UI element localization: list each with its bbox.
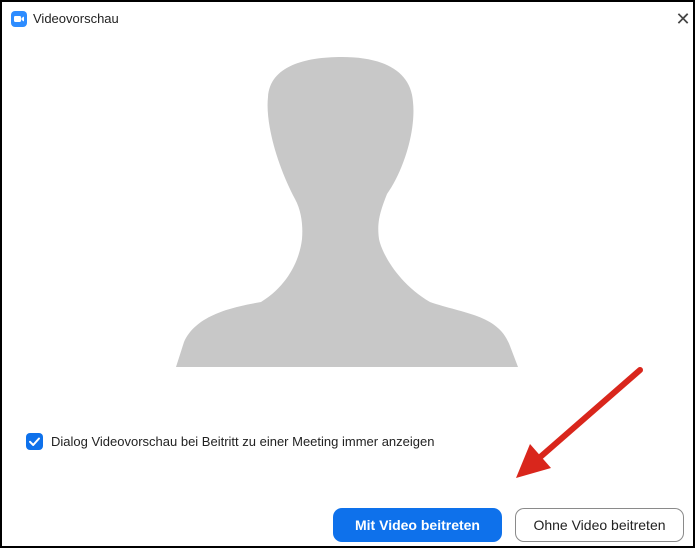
always-show-preview-label[interactable]: Dialog Videovorschau bei Beitritt zu ein… [51,434,434,449]
avatar-silhouette-icon [176,57,518,367]
window-title: Videovorschau [33,11,119,26]
checkmark-icon [29,437,40,446]
red-arrow-annotation [516,367,643,478]
zoom-camera-icon [11,11,27,27]
video-preview-area [172,52,524,372]
close-icon[interactable]: ✕ [673,9,693,29]
join-with-video-button[interactable]: Mit Video beitreten [333,508,502,542]
always-show-preview-checkbox[interactable] [26,432,43,450]
always-show-preview-option[interactable]: Dialog Videovorschau bei Beitritt zu ein… [26,431,434,451]
video-preview-dialog: Videovorschau ✕ Dialog Videovorschau bei… [0,0,695,548]
title-bar: Videovorschau ✕ [2,2,693,30]
join-without-video-button[interactable]: Ohne Video beitreten [515,508,684,542]
